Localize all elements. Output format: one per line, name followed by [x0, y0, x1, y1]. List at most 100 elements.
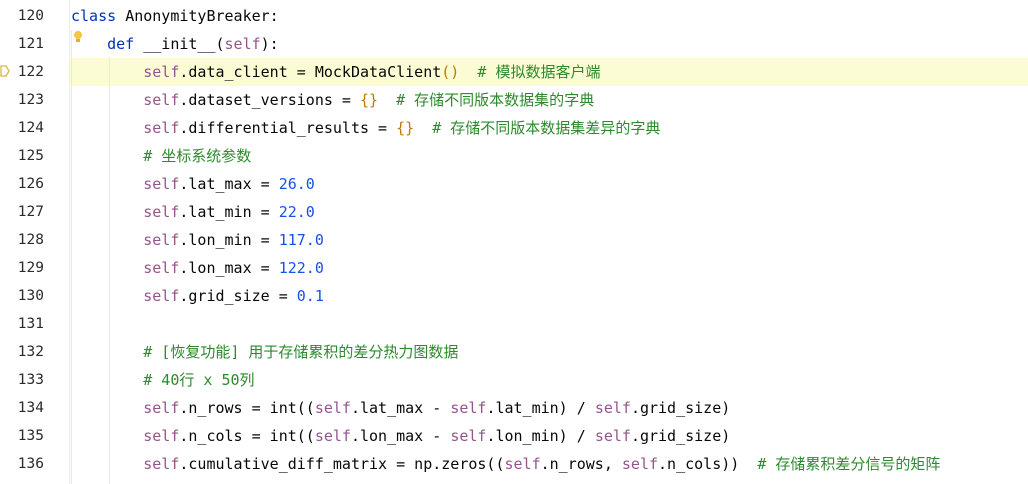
- code-line[interactable]: 124 self.differential_results = {} # 存储不…: [0, 114, 1028, 142]
- code-comment: # 40行 x 50列: [143, 371, 255, 389]
- code-comment: # 存储累积差分信号的矩阵: [757, 455, 941, 473]
- code-text[interactable]: self.lon_min = 117.0: [70, 226, 1028, 254]
- code-token: .n_rows,: [540, 455, 622, 473]
- line-number: 130: [17, 288, 44, 304]
- code-token: self: [143, 287, 180, 305]
- code-token: self: [143, 427, 180, 445]
- code-line[interactable]: 125 # 坐标系统参数: [0, 142, 1028, 170]
- line-number: 133: [17, 372, 44, 388]
- line-number: 128: [17, 232, 44, 248]
- line-number: 134: [17, 400, 44, 416]
- code-token: .lon_max =: [179, 259, 279, 277]
- code-token: __init__: [143, 35, 216, 53]
- code-line[interactable]: 121 def __init__(self):: [0, 30, 1028, 58]
- code-token: AnonymityBreaker:: [125, 7, 279, 25]
- code-keyword: class: [71, 7, 126, 25]
- code-text[interactable]: self.data_client = MockDataClient() # 模拟…: [70, 58, 1028, 86]
- code-line[interactable]: 122 self.data_client = MockDataClient() …: [0, 58, 1028, 86]
- line-number: 120: [17, 8, 44, 24]
- code-token: self: [450, 427, 487, 445]
- code-text[interactable]: def __init__(self):: [70, 30, 1028, 58]
- code-text[interactable]: self.grid_size = 0.1: [70, 282, 1028, 310]
- code-line[interactable]: 126 self.lat_max = 26.0: [0, 170, 1028, 198]
- code-token: self: [143, 455, 180, 473]
- code-token: .differential_results =: [179, 119, 397, 137]
- code-line[interactable]: 127 self.lat_min = 22.0: [0, 198, 1028, 226]
- code-line[interactable]: 131: [0, 310, 1028, 338]
- code-token: (): [441, 63, 460, 81]
- code-token: self: [143, 119, 180, 137]
- code-text[interactable]: self.cumulative_diff_matrix = np.zeros((…: [70, 450, 1028, 478]
- code-comment: # [恢复功能] 用于存储累积的差分热力图数据: [143, 343, 459, 361]
- code-line[interactable]: 129 self.lon_max = 122.0: [0, 254, 1028, 282]
- line-number: 125: [17, 148, 44, 164]
- code-text[interactable]: # 40行 x 50列: [70, 366, 1028, 394]
- code-token: self: [143, 203, 180, 221]
- code-line[interactable]: 130 self.grid_size = 0.1: [0, 282, 1028, 310]
- line-number: 129: [17, 260, 44, 276]
- code-token: self: [143, 175, 180, 193]
- code-token: .grid_size): [630, 427, 731, 445]
- code-text[interactable]: # [恢复功能] 用于存储累积的差分热力图数据: [70, 338, 1028, 366]
- code-editor[interactable]: 120 class AnonymityBreaker: 121 def __init…: [0, 0, 1028, 484]
- code-line[interactable]: 120 class AnonymityBreaker:: [0, 2, 1028, 30]
- code-token: self: [143, 91, 180, 109]
- code-token: .dataset_versions =: [179, 91, 360, 109]
- code-line[interactable]: 135 self.n_cols = int((self.lon_max - se…: [0, 422, 1028, 450]
- code-token: .cumulative_diff_matrix = np.zeros((: [179, 455, 505, 473]
- code-token: self: [450, 399, 487, 417]
- code-line[interactable]: 133 # 40行 x 50列: [0, 366, 1028, 394]
- code-token: .lat_max =: [179, 175, 279, 193]
- code-line[interactable]: 132 # [恢复功能] 用于存储累积的差分热力图数据: [0, 338, 1028, 366]
- code-text[interactable]: self.n_rows = int((self.lat_max - self.l…: [70, 394, 1028, 422]
- code-text[interactable]: self.lat_max = 26.0: [70, 170, 1028, 198]
- code-text[interactable]: self.differential_results = {} # 存储不同版本数…: [70, 114, 1028, 142]
- code-token: 0.1: [296, 287, 324, 305]
- code-token: self: [143, 259, 180, 277]
- line-number: 135: [17, 428, 44, 444]
- code-comment: # 存储不同版本数据集的字典: [396, 91, 595, 109]
- line-number: 136: [17, 456, 44, 472]
- code-token: .lon_min =: [179, 231, 279, 249]
- code-token: self: [143, 63, 180, 81]
- code-text[interactable]: self.n_cols = int((self.lon_max - self.l…: [70, 422, 1028, 450]
- code-token: self: [314, 399, 351, 417]
- code-keyword: def: [107, 35, 144, 53]
- code-comment: # 模拟数据客户端: [477, 63, 601, 81]
- code-comment: # 存储不同版本数据集差异的字典: [432, 119, 661, 137]
- code-token: .lon_max -: [350, 427, 451, 445]
- code-line[interactable]: 134 self.n_rows = int((self.lat_max - se…: [0, 394, 1028, 422]
- line-number: 126: [17, 176, 44, 192]
- code-token: 26.0: [278, 175, 315, 193]
- code-token: (: [215, 35, 225, 53]
- code-token: .grid_size): [630, 399, 731, 417]
- code-text[interactable]: [70, 310, 1028, 338]
- code-text[interactable]: # 坐标系统参数: [70, 142, 1028, 170]
- code-token: 122.0: [278, 259, 324, 277]
- code-line[interactable]: 128 self.lon_min = 117.0: [0, 226, 1028, 254]
- code-line[interactable]: 136 self.cumulative_diff_matrix = np.zer…: [0, 450, 1028, 478]
- code-text[interactable]: self.lon_max = 122.0: [70, 254, 1028, 282]
- code-text[interactable]: class AnonymityBreaker:: [70, 2, 1028, 30]
- code-token: 117.0: [278, 231, 324, 249]
- line-number: 124: [17, 120, 44, 136]
- code-token: .lat_min =: [179, 203, 279, 221]
- code-text[interactable]: self.lat_min = 22.0: [70, 198, 1028, 226]
- code-text[interactable]: self.dataset_versions = {} # 存储不同版本数据集的字…: [70, 86, 1028, 114]
- code-token: .n_cols = int((: [179, 427, 315, 445]
- code-line[interactable]: 123 self.dataset_versions = {} # 存储不同版本数…: [0, 86, 1028, 114]
- code-token: .n_rows = int((: [179, 399, 315, 417]
- code-token: self: [594, 427, 631, 445]
- line-number: 127: [17, 204, 44, 220]
- code-token: {}: [396, 119, 415, 137]
